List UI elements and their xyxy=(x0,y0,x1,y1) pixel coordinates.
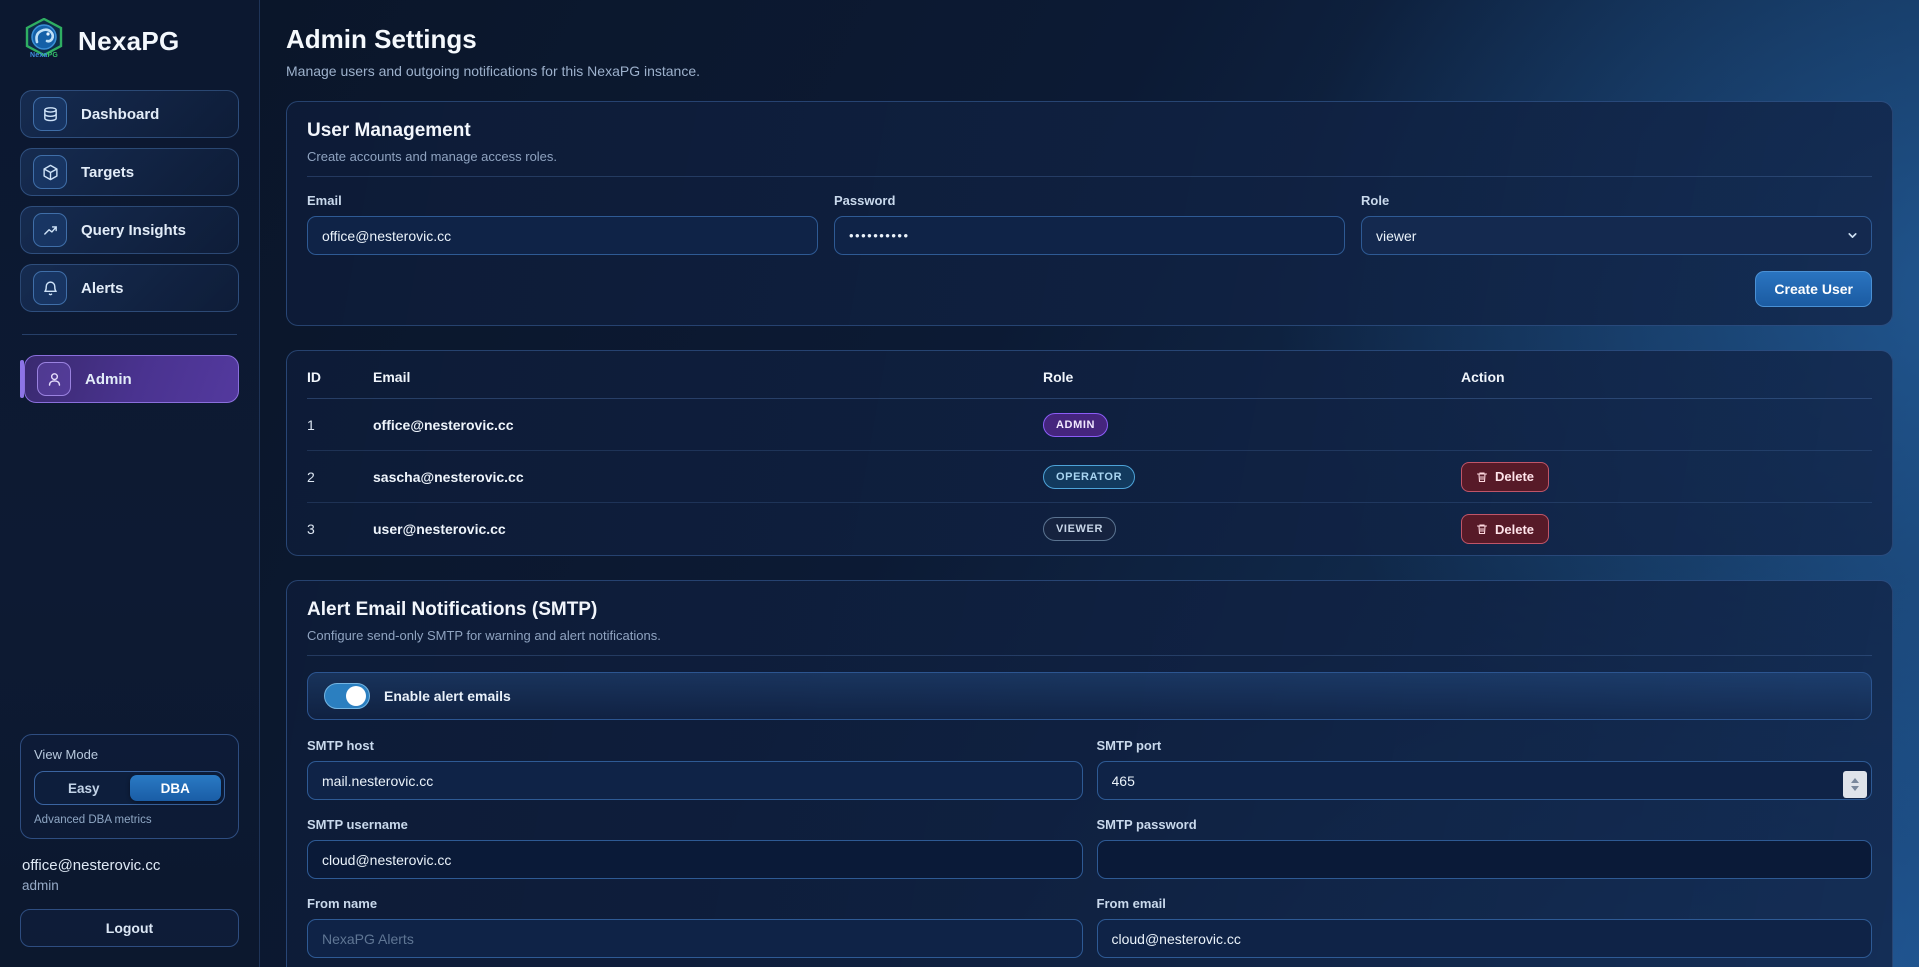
smtp-subtitle: Configure send-only SMTP for warning and… xyxy=(307,628,1872,643)
database-icon xyxy=(33,97,67,131)
toggle-knob xyxy=(346,686,366,706)
logo-text-nexa: Nexa xyxy=(30,52,48,59)
user-id: 1 xyxy=(307,417,373,433)
number-stepper[interactable] xyxy=(1843,771,1867,798)
current-user-email: office@nesterovic.cc xyxy=(22,857,239,874)
users-table-header: ID Email Role Action xyxy=(307,355,1872,399)
sidebar-item-label: Dashboard xyxy=(81,106,159,123)
nexapg-logo-icon: NexaPG xyxy=(22,18,66,64)
trash-icon xyxy=(1476,471,1488,483)
role-badge: OPERATOR xyxy=(1043,465,1135,489)
smtp-username-label: SMTP username xyxy=(307,817,1083,832)
main-content: Admin Settings Manage users and outgoing… xyxy=(260,0,1919,967)
col-role: Role xyxy=(1043,369,1461,385)
smtp-host-field[interactable] xyxy=(307,761,1083,800)
table-row: 3 user@nesterovic.cc VIEWER Delete xyxy=(307,503,1872,555)
current-user-role: admin xyxy=(22,878,239,893)
smtp-title: Alert Email Notifications (SMTP) xyxy=(307,599,1872,621)
delete-user-button[interactable]: Delete xyxy=(1461,462,1549,492)
table-row: 1 office@nesterovic.cc ADMIN xyxy=(307,399,1872,451)
sidebar-item-admin[interactable]: Admin xyxy=(24,355,239,403)
user-id: 3 xyxy=(307,521,373,537)
smtp-card: Alert Email Notifications (SMTP) Configu… xyxy=(286,580,1893,967)
from-name-label: From name xyxy=(307,896,1083,911)
role-select[interactable]: viewer xyxy=(1361,216,1872,255)
divider xyxy=(307,176,1872,177)
view-mode-option-easy[interactable]: Easy xyxy=(38,775,130,801)
password-label: Password xyxy=(834,193,1345,208)
user-email: user@nesterovic.cc xyxy=(373,521,1043,537)
from-name-field[interactable] xyxy=(307,919,1083,958)
sidebar-item-label: Targets xyxy=(81,164,134,181)
page-title: Admin Settings xyxy=(286,24,1893,55)
new-user-email-field[interactable] xyxy=(307,216,818,255)
view-mode-toggle: Easy DBA xyxy=(34,771,225,805)
sidebar-divider xyxy=(22,334,237,335)
chart-icon xyxy=(33,213,67,247)
trash-icon xyxy=(1476,523,1488,535)
divider xyxy=(307,655,1872,656)
user-icon xyxy=(37,362,71,396)
col-id: ID xyxy=(307,369,373,385)
smtp-form: SMTP host SMTP port SMTP username SMTP p… xyxy=(307,738,1872,967)
smtp-password-label: SMTP password xyxy=(1097,817,1873,832)
view-mode-label: View Mode xyxy=(34,747,225,762)
smtp-username-field[interactable] xyxy=(307,840,1083,879)
user-management-card: User Management Create accounts and mana… xyxy=(286,101,1893,326)
brand-row: NexaPG NexaPG xyxy=(20,18,239,64)
sidebar-item-label: Query Insights xyxy=(81,222,186,239)
smtp-password-field[interactable] xyxy=(1097,840,1873,879)
users-table-card: ID Email Role Action 1 office@nesterovic… xyxy=(286,350,1893,556)
stepper-up-icon xyxy=(1851,778,1859,783)
sidebar-item-label: Alerts xyxy=(81,280,124,297)
sidebar-item-alerts[interactable]: Alerts xyxy=(20,264,239,312)
new-user-password-field[interactable] xyxy=(834,216,1345,255)
view-mode-caption: Advanced DBA metrics xyxy=(34,814,225,826)
view-mode-option-dba[interactable]: DBA xyxy=(130,775,222,801)
user-management-subtitle: Create accounts and manage access roles. xyxy=(307,149,1872,164)
cube-icon xyxy=(33,155,67,189)
sidebar: NexaPG NexaPG Dashboard Targets xyxy=(0,0,260,967)
user-id: 2 xyxy=(307,469,373,485)
user-email: office@nesterovic.cc xyxy=(373,417,1043,433)
bell-icon xyxy=(33,271,67,305)
sidebar-item-targets[interactable]: Targets xyxy=(20,148,239,196)
role-badge: VIEWER xyxy=(1043,517,1116,541)
delete-user-button[interactable]: Delete xyxy=(1461,514,1549,544)
table-row: 2 sascha@nesterovic.cc OPERATOR Delete xyxy=(307,451,1872,503)
enable-alert-emails-toggle[interactable] xyxy=(324,683,370,709)
role-select-value: viewer xyxy=(1376,228,1416,244)
app-title: NexaPG xyxy=(78,26,180,57)
sidebar-spacer xyxy=(20,413,239,734)
logout-button[interactable]: Logout xyxy=(20,909,239,947)
chevron-down-icon xyxy=(1846,229,1859,242)
role-label: Role xyxy=(1361,193,1872,208)
user-email: sascha@nesterovic.cc xyxy=(373,469,1043,485)
page-subtitle: Manage users and outgoing notifications … xyxy=(286,63,1893,79)
from-email-label: From email xyxy=(1097,896,1873,911)
sidebar-item-dashboard[interactable]: Dashboard xyxy=(20,90,239,138)
create-user-form: Email Password Role viewer xyxy=(307,193,1872,255)
sidebar-item-label: Admin xyxy=(85,371,132,388)
smtp-port-label: SMTP port xyxy=(1097,738,1873,753)
role-badge: ADMIN xyxy=(1043,413,1108,437)
col-email: Email xyxy=(373,369,1043,385)
stepper-down-icon xyxy=(1851,786,1859,791)
user-management-title: User Management xyxy=(307,120,1872,142)
sidebar-item-query-insights[interactable]: Query Insights xyxy=(20,206,239,254)
smtp-host-label: SMTP host xyxy=(307,738,1083,753)
smtp-port-field[interactable] xyxy=(1097,761,1873,800)
create-user-button[interactable]: Create User xyxy=(1755,271,1872,307)
from-email-field[interactable] xyxy=(1097,919,1873,958)
email-label: Email xyxy=(307,193,818,208)
enable-alert-emails-label: Enable alert emails xyxy=(384,688,511,704)
logo-text-pg: PG xyxy=(48,52,59,59)
view-mode-panel: View Mode Easy DBA Advanced DBA metrics xyxy=(20,734,239,839)
enable-alert-emails-row: Enable alert emails xyxy=(307,672,1872,720)
col-action: Action xyxy=(1461,369,1872,385)
